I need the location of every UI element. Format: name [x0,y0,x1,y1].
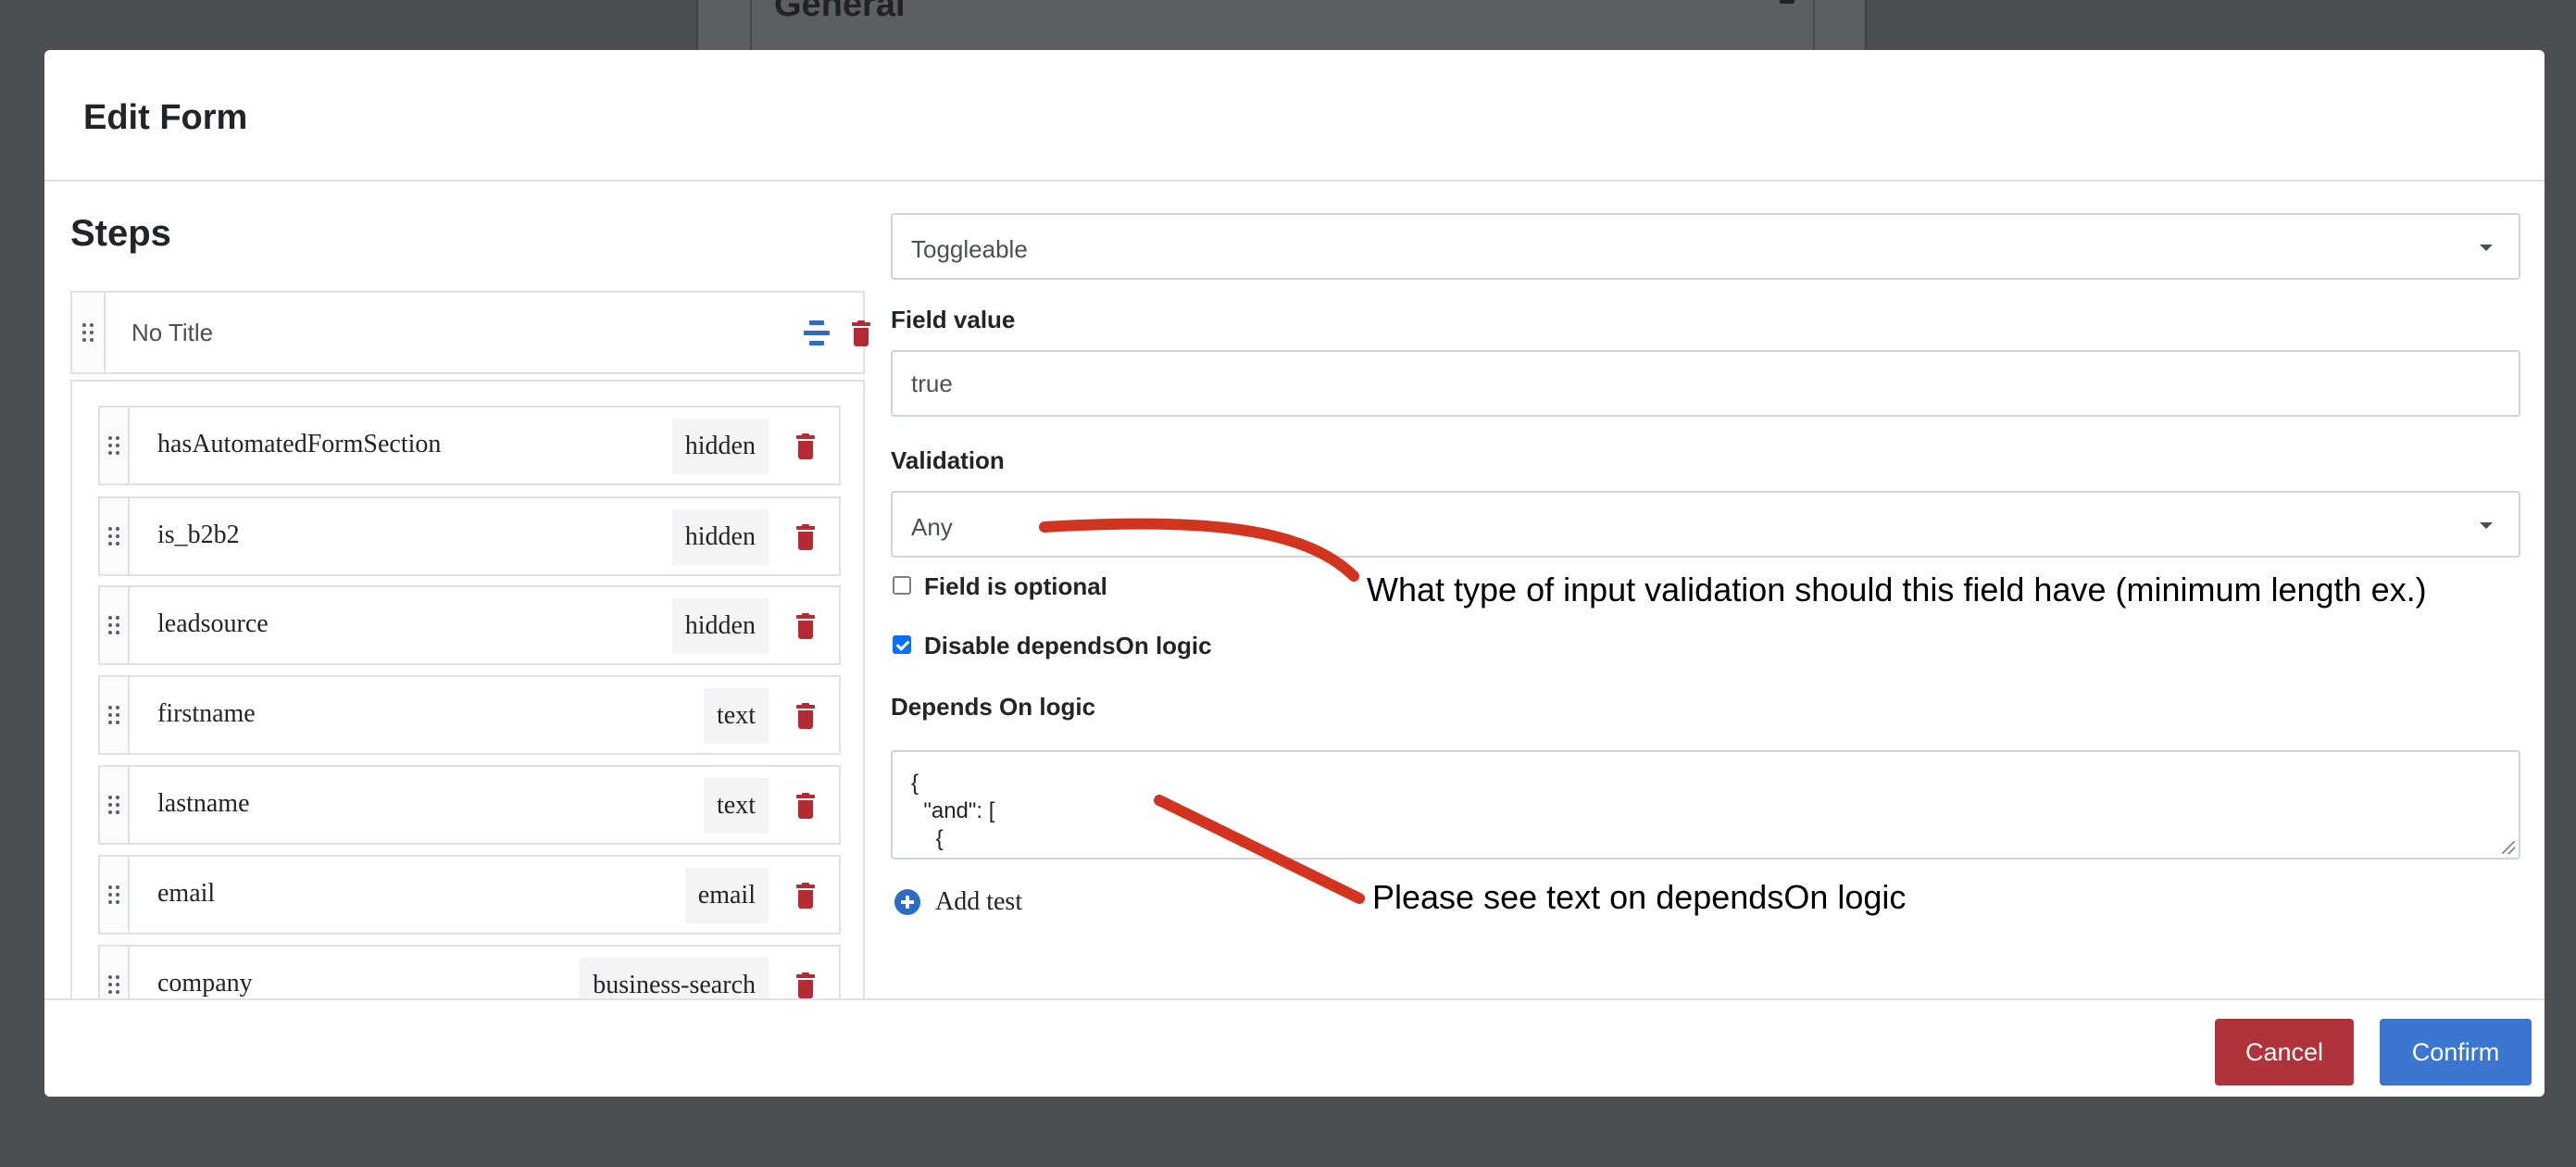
annotation-arrows [1039,518,1365,904]
depends-annotation-line [1154,795,1365,904]
validation-annotation-line [1039,518,1359,582]
validation-annotation-text: What type of input validation should thi… [1367,571,2427,609]
cancel-button[interactable]: Cancel [2215,1019,2354,1085]
background-panel-inner [750,0,1815,50]
background-icon [1780,0,1794,4]
background-title: General [774,0,906,24]
edit-form-modal: Edit Form Steps No Title hasAutomatedFor… [44,50,2545,1097]
confirm-button[interactable]: Confirm [2380,1019,2532,1085]
depends-annotation-text: Please see text on dependsOn logic [1372,878,1907,916]
modal-footer: Cancel Confirm [44,998,2545,1097]
